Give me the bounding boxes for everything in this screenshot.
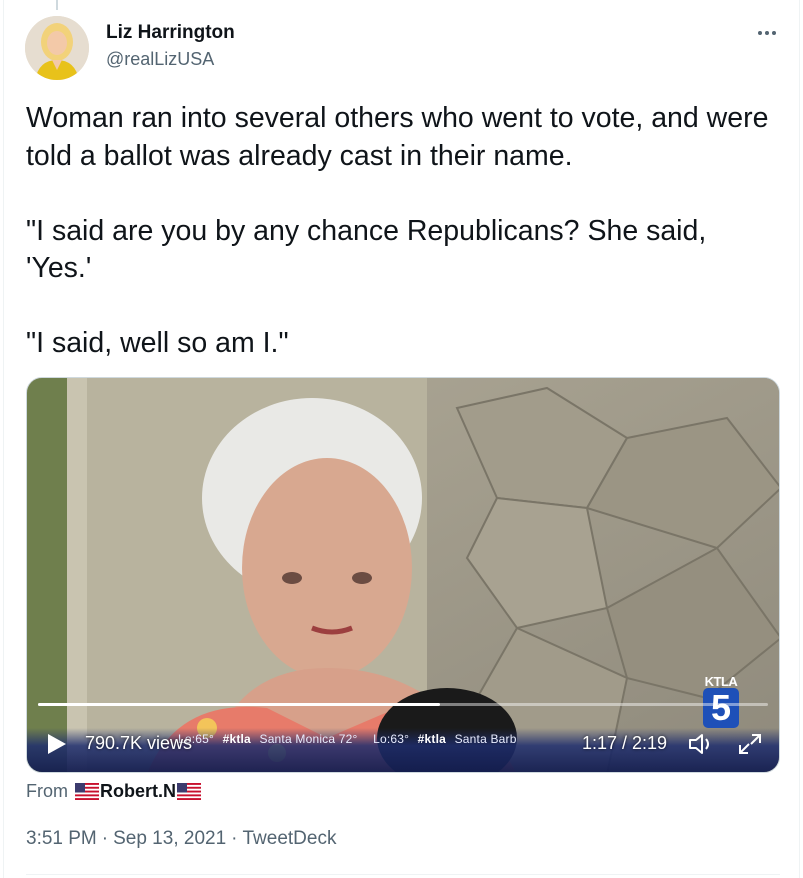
logo-number: 5 — [703, 688, 739, 728]
ticker-item: Santa Monica 72° — [259, 732, 358, 746]
us-flag-icon — [177, 783, 201, 800]
ticker-item: #ktla — [222, 732, 251, 746]
author-handle[interactable]: @realLizUSA — [106, 49, 214, 70]
avatar[interactable] — [25, 16, 89, 80]
view-count: 790.7K views — [85, 733, 193, 753]
fullscreen-icon[interactable] — [736, 731, 764, 757]
tweet-client[interactable]: TweetDeck — [242, 828, 336, 849]
tweet-paragraph: Woman ran into several others who went t… — [26, 102, 777, 172]
video-progress-fill — [38, 703, 440, 706]
source-user-name: Robert.N — [100, 781, 176, 801]
ticker-text: Lo:65° #ktla Santa Monica 72° Lo:63° #kt… — [178, 732, 517, 746]
source-line: From Robert.N — [26, 781, 202, 802]
tweet-text: Woman ran into several others who went t… — [26, 100, 776, 363]
video-progress-bar[interactable] — [38, 703, 768, 706]
separator: · — [231, 828, 238, 849]
video-frame — [27, 378, 779, 772]
tweet-paragraph: "I said, well so am I." — [26, 327, 289, 359]
ticker-item: Santa Barb — [454, 732, 517, 746]
tweet-time[interactable]: 3:51 PM — [26, 828, 97, 849]
author-name[interactable]: Liz Harrington — [106, 22, 235, 44]
play-icon[interactable] — [46, 732, 68, 756]
from-label: From — [26, 781, 68, 801]
tweet-meta: 3:51 PM · Sep 13, 2021 · TweetDeck — [26, 828, 336, 850]
video-time: 1:17 / 2:19 — [582, 733, 668, 753]
divider — [26, 874, 780, 875]
ticker-item: Lo:63° — [373, 732, 410, 746]
source-user-link[interactable]: Robert.N — [74, 781, 202, 802]
tweet-date[interactable]: Sep 13, 2021 — [113, 828, 226, 849]
thread-line — [56, 0, 58, 10]
ticker-item: #ktla — [417, 732, 447, 746]
us-flag-icon — [75, 783, 99, 800]
separator: · — [101, 828, 109, 849]
tweet-paragraph: "I said are you by any chance Republican… — [26, 214, 715, 285]
video-player[interactable] — [26, 377, 780, 773]
more-options-icon[interactable] — [752, 20, 782, 46]
volume-icon[interactable] — [688, 732, 716, 756]
